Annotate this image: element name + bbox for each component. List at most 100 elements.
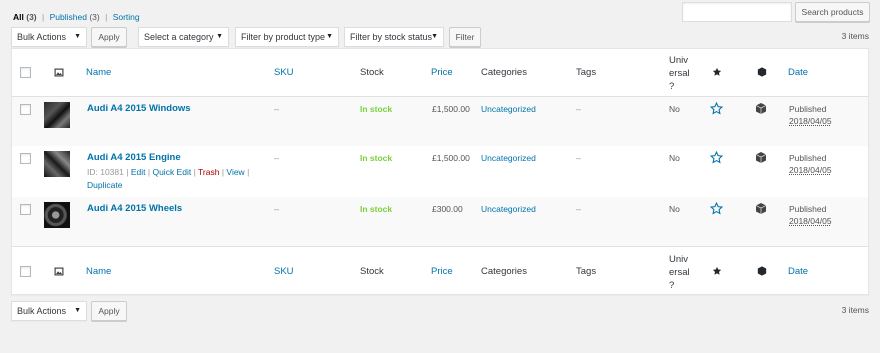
product-type-select[interactable]: Filter by product type ▼ (235, 27, 339, 47)
row-checkbox[interactable] (20, 104, 31, 115)
stock-status: In stock (360, 204, 393, 214)
separator: | (105, 12, 108, 22)
column-date-sort[interactable]: Date (788, 67, 808, 78)
tags-value: – (576, 104, 582, 114)
trash-link[interactable]: Trash (198, 167, 219, 177)
star-filled-icon[interactable] (712, 67, 722, 77)
table-row: Audi A4 2015 Engine ID: 10381 | Edit | Q… (12, 146, 868, 197)
row-checkbox[interactable] (20, 204, 31, 215)
select-all-checkbox[interactable] (20, 266, 31, 277)
star-outline-icon[interactable] (710, 151, 723, 164)
column-universal-line: Univ (669, 254, 689, 265)
filter-all-link[interactable]: All (3) (13, 12, 37, 22)
image-icon (54, 68, 64, 77)
star-filled-icon[interactable] (712, 266, 722, 276)
universal-value: No (669, 204, 680, 214)
table-row: Audi A4 2015 Windows – In stock £1,500.0… (12, 97, 868, 146)
publish-status: Published (789, 204, 827, 214)
product-thumbnail[interactable] (44, 102, 70, 128)
apply-button[interactable]: Apply (91, 27, 127, 47)
cube-icon (755, 103, 767, 114)
bulk-actions-select[interactable]: Bulk Actions ▼ (11, 27, 87, 47)
caret-down-icon: ▼ (74, 307, 81, 314)
column-universal-line: ersal (669, 68, 690, 79)
select-all-checkbox[interactable] (20, 67, 31, 78)
stock-status: In stock (360, 104, 393, 114)
apply-button-bottom[interactable]: Apply (91, 301, 127, 321)
caret-down-icon: ▼ (216, 33, 223, 40)
filter-button[interactable]: Filter (449, 27, 481, 47)
separator: | (126, 167, 129, 177)
search-products-button[interactable]: Search products (795, 2, 870, 22)
product-name-link[interactable]: Audi A4 2015 Windows (87, 103, 191, 114)
search-input[interactable] (682, 2, 792, 22)
column-sku-sort[interactable]: SKU (274, 266, 294, 277)
sku-value: – (274, 104, 280, 114)
star-outline-icon[interactable] (710, 102, 723, 115)
items-count: 3 items (841, 31, 869, 41)
category-select-value: Select a category (144, 32, 214, 42)
category-select[interactable]: Select a category ▼ (138, 27, 229, 47)
publish-date: 2018/04/05 (789, 216, 832, 226)
column-name-sort[interactable]: Name (86, 67, 111, 78)
quick-edit-link[interactable]: Quick Edit (152, 167, 191, 177)
price-value: £300.00 (432, 204, 463, 214)
tags-value: – (576, 153, 582, 163)
column-universal-line: Univ (669, 55, 689, 66)
products-table: Name SKU Stock Price Categories Tags Uni… (11, 48, 869, 295)
product-type-select-value: Filter by product type (241, 32, 326, 42)
bulk-actions-value: Bulk Actions (17, 32, 67, 42)
row-actions: ID: 10381 | Edit | Quick Edit | Trash | … (87, 166, 249, 192)
category-link[interactable]: Uncategorized (481, 204, 536, 214)
caret-down-icon: ▼ (326, 33, 333, 40)
table-footer: Name SKU Stock Price Categories Tags Uni… (12, 246, 868, 295)
items-count-bottom: 3 items (841, 305, 869, 315)
separator: | (42, 12, 45, 22)
product-id: ID: 10381 (87, 167, 124, 177)
product-thumbnail[interactable] (44, 151, 70, 177)
stock-status: In stock (360, 153, 393, 163)
sorting-link[interactable]: Sorting (113, 12, 140, 22)
product-name-link[interactable]: Audi A4 2015 Wheels (87, 203, 182, 214)
publish-date: 2018/04/05 (789, 165, 832, 175)
column-sku-sort[interactable]: SKU (274, 67, 294, 78)
caret-down-icon: ▼ (74, 33, 81, 40)
star-outline-icon[interactable] (710, 202, 723, 215)
publish-info: Published 2018/04/05 (789, 203, 832, 227)
category-link[interactable]: Uncategorized (481, 104, 536, 114)
tags-value: – (576, 204, 582, 214)
bulk-actions-value: Bulk Actions (17, 306, 67, 316)
cube-icon (757, 266, 767, 276)
row-checkbox[interactable] (20, 153, 31, 164)
category-link[interactable]: Uncategorized (481, 153, 536, 163)
duplicate-link[interactable]: Duplicate (87, 180, 122, 190)
publish-date: 2018/04/05 (789, 116, 832, 126)
column-name-sort[interactable]: Name (86, 266, 111, 277)
bulk-actions-select-bottom[interactable]: Bulk Actions ▼ (11, 301, 87, 321)
status-filter-links: All (3) | Published (3) | Sorting (13, 12, 140, 22)
product-name-link[interactable]: Audi A4 2015 Engine (87, 152, 181, 163)
cube-icon (755, 152, 767, 163)
separator: | (147, 167, 151, 177)
column-date-sort[interactable]: Date (788, 266, 808, 277)
column-price-sort[interactable]: Price (431, 67, 453, 78)
column-universal-line: ersal (669, 267, 690, 278)
universal-value: No (669, 153, 680, 163)
sku-value: – (274, 153, 280, 163)
column-universal-line: ? (669, 280, 675, 291)
column-price-sort[interactable]: Price (431, 266, 453, 277)
column-universal-line: ? (669, 81, 675, 92)
product-thumbnail[interactable] (44, 202, 70, 228)
column-categories: Categories (481, 266, 527, 277)
view-link[interactable]: View (226, 167, 244, 177)
filter-published-link[interactable]: Published (3) (50, 12, 100, 22)
separator: | (221, 167, 225, 177)
stock-status-select-value: Filter by stock status (350, 32, 433, 42)
edit-link[interactable]: Edit (131, 167, 146, 177)
column-stock: Stock (360, 67, 384, 78)
separator: | (247, 167, 250, 177)
column-universal: Univ ersal ? (669, 253, 690, 292)
table-row: Audi A4 2015 Wheels – In stock £300.00 U… (12, 197, 868, 246)
stock-status-select[interactable]: Filter by stock status ▼ (344, 27, 444, 47)
cube-icon (757, 67, 767, 77)
